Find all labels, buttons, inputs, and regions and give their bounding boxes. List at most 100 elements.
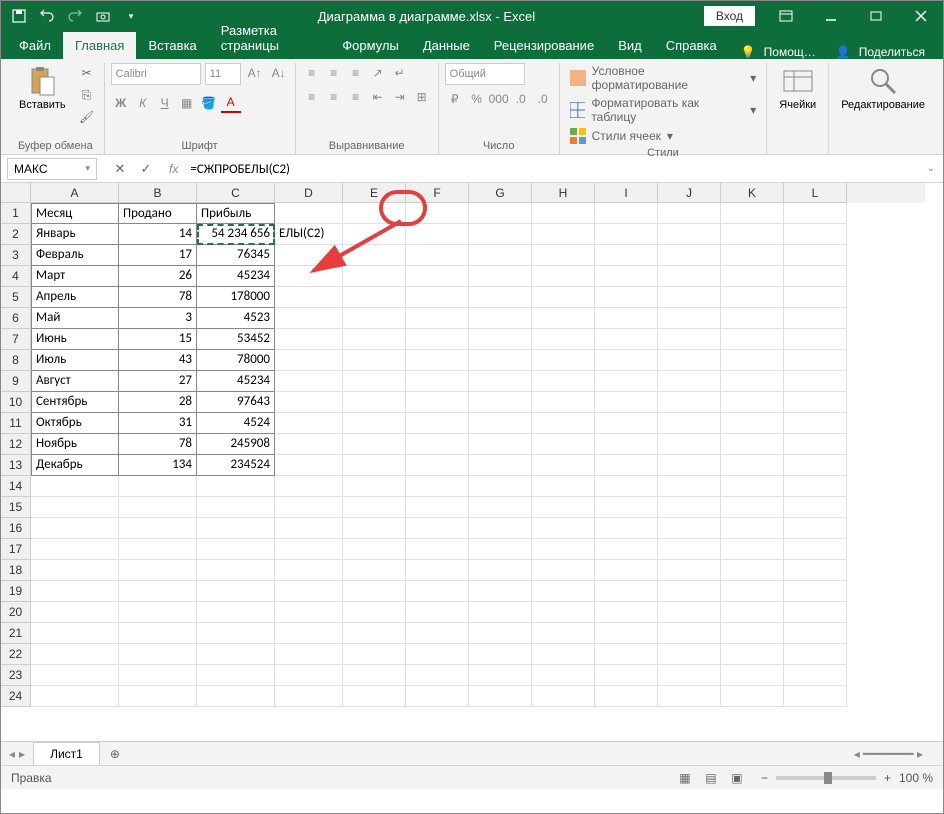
cell-E23[interactable] xyxy=(343,665,406,686)
cell-C6[interactable]: 4523 xyxy=(197,308,275,329)
sheet-tab[interactable]: Лист1 xyxy=(33,742,100,765)
formula-input[interactable]: =СЖПРОБЕЛЫ(C2) СЖПРОБЕЛЫ(текст) xyxy=(184,161,918,177)
row-header-8[interactable]: 8 xyxy=(1,350,31,371)
cell-I16[interactable] xyxy=(595,518,658,539)
cell-C22[interactable] xyxy=(197,644,275,665)
cell-J13[interactable] xyxy=(658,455,721,476)
comma-icon[interactable]: 000 xyxy=(489,89,509,109)
login-button[interactable]: Вход xyxy=(704,6,755,26)
cell-K15[interactable] xyxy=(721,497,784,518)
cell-J7[interactable] xyxy=(658,329,721,350)
cell-H11[interactable] xyxy=(532,413,595,434)
cell-B1[interactable]: Продано xyxy=(119,203,197,224)
cell-B10[interactable]: 28 xyxy=(119,392,197,413)
zoom-out-icon[interactable]: − xyxy=(761,771,768,785)
cell-D12[interactable] xyxy=(275,434,343,455)
horizontal-scrollbar[interactable]: ◂ ━━━━━━━ ▸ xyxy=(130,747,943,761)
row-header-7[interactable]: 7 xyxy=(1,329,31,350)
cell-L18[interactable] xyxy=(784,560,847,581)
cell-H16[interactable] xyxy=(532,518,595,539)
cell-F12[interactable] xyxy=(406,434,469,455)
cell-F2[interactable] xyxy=(406,224,469,245)
cell-A6[interactable]: Май xyxy=(31,308,119,329)
cell-E17[interactable] xyxy=(343,539,406,560)
cell-A11[interactable]: Октябрь xyxy=(31,413,119,434)
cell-F14[interactable] xyxy=(406,476,469,497)
cell-B22[interactable] xyxy=(119,644,197,665)
cell-C15[interactable] xyxy=(197,497,275,518)
row-header-23[interactable]: 23 xyxy=(1,665,31,686)
cell-A21[interactable] xyxy=(31,623,119,644)
cell-D4[interactable] xyxy=(275,266,343,287)
cell-F3[interactable] xyxy=(406,245,469,266)
cell-L3[interactable] xyxy=(784,245,847,266)
row-header-5[interactable]: 5 xyxy=(1,287,31,308)
cell-C9[interactable]: 45234 xyxy=(197,371,275,392)
cell-D24[interactable] xyxy=(275,686,343,707)
cell-B3[interactable]: 17 xyxy=(119,245,197,266)
row-header-10[interactable]: 10 xyxy=(1,392,31,413)
cell-J2[interactable] xyxy=(658,224,721,245)
row-header-15[interactable]: 15 xyxy=(1,497,31,518)
cell-G20[interactable] xyxy=(469,602,532,623)
cell-F16[interactable] xyxy=(406,518,469,539)
cell-styles-button[interactable]: Стили ячеек▾ xyxy=(566,127,761,145)
row-header-13[interactable]: 13 xyxy=(1,455,31,476)
cell-H13[interactable] xyxy=(532,455,595,476)
column-header-I[interactable]: I xyxy=(595,183,658,203)
cell-J10[interactable] xyxy=(658,392,721,413)
cell-D13[interactable] xyxy=(275,455,343,476)
cell-H8[interactable] xyxy=(532,350,595,371)
cell-B19[interactable] xyxy=(119,581,197,602)
cell-K19[interactable] xyxy=(721,581,784,602)
cell-L6[interactable] xyxy=(784,308,847,329)
cell-E16[interactable] xyxy=(343,518,406,539)
decrease-indent-icon[interactable]: ⇤ xyxy=(368,87,388,107)
cell-I18[interactable] xyxy=(595,560,658,581)
cell-B6[interactable]: 3 xyxy=(119,308,197,329)
cell-D20[interactable] xyxy=(275,602,343,623)
cell-G15[interactable] xyxy=(469,497,532,518)
cell-D7[interactable] xyxy=(275,329,343,350)
cell-G6[interactable] xyxy=(469,308,532,329)
cell-B11[interactable]: 31 xyxy=(119,413,197,434)
cell-I15[interactable] xyxy=(595,497,658,518)
cell-E3[interactable] xyxy=(343,245,406,266)
cell-G12[interactable] xyxy=(469,434,532,455)
cell-I12[interactable] xyxy=(595,434,658,455)
cell-B24[interactable] xyxy=(119,686,197,707)
cell-C11[interactable]: 4524 xyxy=(197,413,275,434)
select-all-corner[interactable] xyxy=(1,183,31,203)
tab-data[interactable]: Данные xyxy=(411,32,482,59)
qat-dropdown-icon[interactable]: ▾ xyxy=(121,6,141,26)
cell-K2[interactable] xyxy=(721,224,784,245)
cell-E4[interactable] xyxy=(343,266,406,287)
cell-L9[interactable] xyxy=(784,371,847,392)
cell-I23[interactable] xyxy=(595,665,658,686)
row-header-18[interactable]: 18 xyxy=(1,560,31,581)
cell-H2[interactable] xyxy=(532,224,595,245)
tab-file[interactable]: Файл xyxy=(7,32,63,59)
format-as-table-button[interactable]: Форматировать как таблицу▾ xyxy=(566,95,761,125)
minimize-icon[interactable] xyxy=(808,1,853,31)
add-sheet-icon[interactable]: ⊕ xyxy=(100,747,130,761)
cell-L4[interactable] xyxy=(784,266,847,287)
cell-F15[interactable] xyxy=(406,497,469,518)
spreadsheet-grid[interactable]: ABCDEFGHIJKL 123456789101112131415161718… xyxy=(1,183,943,741)
cell-H5[interactable] xyxy=(532,287,595,308)
column-header-L[interactable]: L xyxy=(784,183,847,203)
cell-G7[interactable] xyxy=(469,329,532,350)
cell-E9[interactable] xyxy=(343,371,406,392)
copy-icon[interactable]: ⎘ xyxy=(76,85,98,105)
decrease-decimal-icon[interactable]: .0 xyxy=(533,89,553,109)
cell-I4[interactable] xyxy=(595,266,658,287)
close-icon[interactable] xyxy=(898,1,943,31)
cell-K14[interactable] xyxy=(721,476,784,497)
cell-C7[interactable]: 53452 xyxy=(197,329,275,350)
cell-B13[interactable]: 134 xyxy=(119,455,197,476)
cell-K16[interactable] xyxy=(721,518,784,539)
cell-E14[interactable] xyxy=(343,476,406,497)
cut-icon[interactable]: ✂ xyxy=(76,63,98,83)
cell-K4[interactable] xyxy=(721,266,784,287)
cell-E5[interactable] xyxy=(343,287,406,308)
